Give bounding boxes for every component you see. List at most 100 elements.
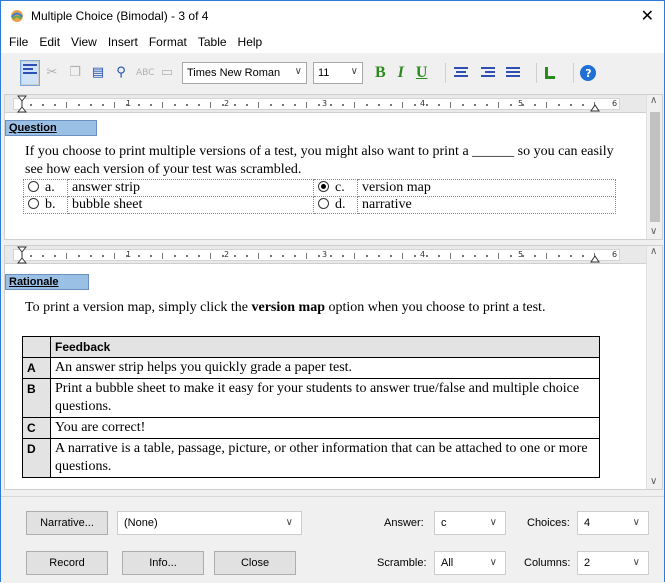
ruler-mark bbox=[234, 104, 236, 106]
help-icon[interactable]: ? bbox=[580, 65, 597, 81]
ruler-mark bbox=[78, 255, 80, 257]
bold-button[interactable]: B bbox=[375, 64, 386, 82]
italic-button[interactable]: I bbox=[398, 64, 404, 82]
ruler-mark bbox=[462, 104, 464, 106]
scroll-down-icon[interactable]: ∨ bbox=[650, 226, 657, 237]
paste-icon[interactable]: ▤ bbox=[90, 65, 106, 81]
close-icon[interactable]: ✕ bbox=[641, 6, 654, 25]
radio-icon[interactable] bbox=[28, 181, 39, 192]
ruler-mark bbox=[282, 255, 284, 257]
menu-insert[interactable]: Insert bbox=[104, 35, 145, 49]
answer-label: Answer: bbox=[384, 517, 424, 529]
align-center-icon[interactable] bbox=[452, 65, 470, 81]
indent-marker-icon[interactable] bbox=[17, 95, 27, 113]
menu-view[interactable]: View bbox=[67, 35, 104, 49]
ruler-mark bbox=[90, 255, 92, 257]
align-right-icon[interactable] bbox=[478, 65, 496, 81]
rationale-text: To print a version map, simply click the… bbox=[25, 300, 625, 316]
feedback-text: An answer strip helps you quickly grade … bbox=[50, 357, 600, 379]
scrollbar-thumb[interactable] bbox=[650, 112, 660, 222]
ruler-mark bbox=[174, 255, 176, 257]
ruler-mark bbox=[438, 255, 440, 257]
feedback-corner-cell bbox=[22, 336, 51, 358]
right-margin-marker-icon[interactable] bbox=[590, 255, 600, 263]
choice-text: narrative bbox=[357, 196, 616, 214]
menu-table[interactable]: Table bbox=[194, 35, 234, 49]
answer-value: c bbox=[441, 517, 447, 529]
image-icon[interactable]: ▭ bbox=[159, 65, 175, 81]
rationale-scrollbar[interactable]: ∧ ∨ bbox=[646, 246, 662, 489]
ruler-mark bbox=[582, 104, 584, 106]
table-icon[interactable] bbox=[543, 66, 557, 80]
radio-icon[interactable] bbox=[28, 198, 39, 209]
toolbar-divider bbox=[573, 63, 575, 83]
menu-help[interactable]: Help bbox=[234, 35, 270, 49]
ruler-mark bbox=[186, 255, 188, 257]
find-icon[interactable]: ⚲ bbox=[113, 65, 129, 81]
align-justify-icon[interactable] bbox=[504, 65, 522, 81]
menu-format[interactable]: Format bbox=[145, 35, 194, 49]
underline-button[interactable]: U bbox=[416, 64, 428, 82]
menu-edit[interactable]: Edit bbox=[35, 35, 67, 49]
ruler-mark bbox=[138, 255, 140, 257]
feedback-text: You are correct! bbox=[50, 417, 600, 439]
rationale-text-after: option when you choose to print a test. bbox=[324, 300, 546, 315]
info-button[interactable]: Info... bbox=[122, 551, 204, 575]
answer-select[interactable]: c ∨ bbox=[434, 511, 506, 535]
close-button[interactable]: Close bbox=[214, 551, 296, 575]
columns-select[interactable]: 2 ∨ bbox=[577, 551, 649, 575]
scroll-down-icon[interactable]: ∨ bbox=[650, 476, 657, 487]
question-pane[interactable]: 1 2 3 4 5 6 Question If you choose to pr… bbox=[4, 94, 663, 240]
radio-icon[interactable] bbox=[318, 198, 329, 209]
title-bar: Multiple Choice (Bimodal) - 3 of 4 ✕ bbox=[1, 1, 664, 31]
rationale-pane[interactable]: 1 2 3 4 5 6 Rationale To print a version… bbox=[4, 245, 663, 490]
align-left-icon[interactable] bbox=[20, 60, 40, 86]
choice-a[interactable]: a. bbox=[23, 179, 68, 197]
font-size-select[interactable]: 11 ∨ bbox=[313, 62, 363, 84]
ruler-mark bbox=[162, 253, 163, 259]
scramble-value: All bbox=[441, 557, 454, 569]
choice-letter: b. bbox=[45, 197, 56, 212]
feedback-table: Feedback A An answer strip helps you qui… bbox=[22, 336, 600, 478]
ruler-mark bbox=[330, 255, 332, 257]
radio-selected-icon[interactable] bbox=[318, 181, 329, 192]
ruler-mark bbox=[342, 104, 344, 106]
feedback-text: A narrative is a table, passage, picture… bbox=[50, 438, 600, 478]
ruler-mark bbox=[426, 104, 428, 106]
ruler-mark bbox=[474, 104, 476, 106]
copy-icon[interactable]: ❐ bbox=[67, 65, 83, 81]
choice-c[interactable]: c. bbox=[313, 179, 358, 197]
ruler-mark bbox=[222, 104, 224, 106]
ruler-mark bbox=[102, 255, 104, 257]
scroll-up-icon[interactable]: ∧ bbox=[650, 246, 657, 257]
ruler-mark bbox=[294, 255, 296, 257]
columns-label: Columns: bbox=[524, 557, 571, 569]
ruler-number: 2 bbox=[224, 250, 230, 259]
ruler-mark bbox=[222, 255, 224, 257]
menu-file[interactable]: File bbox=[5, 35, 35, 49]
question-scrollbar[interactable]: ∧ ∨ bbox=[646, 95, 662, 239]
spellcheck-icon[interactable]: ABC bbox=[136, 65, 154, 81]
narrative-select[interactable]: (None) ∨ bbox=[117, 511, 302, 535]
ruler-mark bbox=[282, 104, 284, 106]
ruler-mark bbox=[378, 255, 380, 257]
record-button[interactable]: Record bbox=[26, 551, 108, 575]
choice-d[interactable]: d. bbox=[313, 196, 358, 214]
scroll-up-icon[interactable]: ∧ bbox=[650, 95, 657, 106]
ruler-number: 4 bbox=[420, 99, 426, 108]
choices-select[interactable]: 4 ∨ bbox=[577, 511, 649, 535]
right-margin-marker-icon[interactable] bbox=[590, 104, 600, 112]
cut-icon[interactable]: ✂ bbox=[44, 65, 60, 81]
ruler-mark bbox=[198, 104, 200, 106]
ruler-mark bbox=[366, 255, 368, 257]
choice-b[interactable]: b. bbox=[23, 196, 68, 214]
narrative-button[interactable]: Narrative... bbox=[26, 511, 108, 535]
ruler-mark bbox=[510, 255, 512, 257]
scramble-select[interactable]: All ∨ bbox=[434, 551, 506, 575]
indent-marker-icon[interactable] bbox=[17, 246, 27, 264]
font-family-select[interactable]: Times New Roman ∨ bbox=[182, 62, 307, 84]
ruler-mark bbox=[150, 255, 152, 257]
ruler-mark bbox=[306, 253, 307, 259]
ruler-mark bbox=[486, 255, 488, 257]
dialog-window: Multiple Choice (Bimodal) - 3 of 4 ✕ Fil… bbox=[0, 0, 665, 583]
